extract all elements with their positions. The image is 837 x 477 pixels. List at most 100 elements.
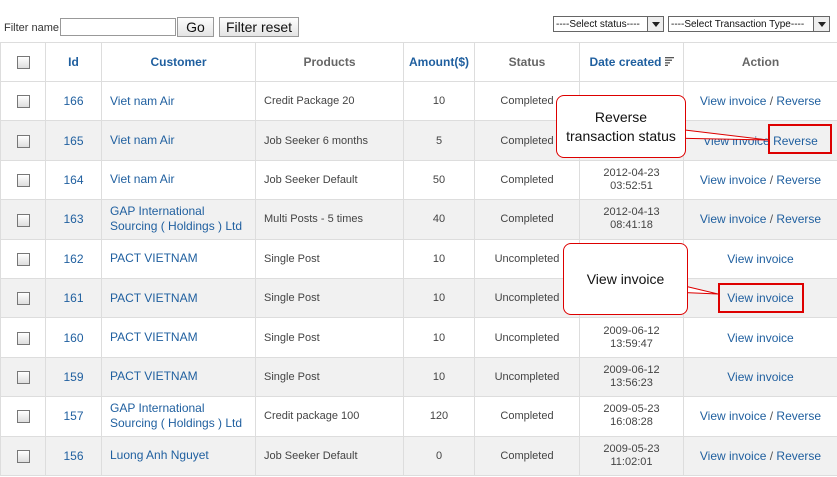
row-customer[interactable]: Luong Anh Nguyet [101,435,256,476]
row-amount: 120 [403,396,475,437]
chevron-down-icon [813,17,829,31]
row-action: View invoice [683,356,837,398]
row-id[interactable]: 163 [45,199,102,240]
row-date-time: 13:59:47 [610,337,653,350]
reverse-link[interactable]: Reverse [776,449,821,463]
row-status: Completed [474,396,580,437]
row-date: 2009-05-23 16:08:28 [579,396,684,437]
action-separator: / [769,94,774,109]
view-invoice-link[interactable]: View invoice [703,134,769,148]
row-customer[interactable]: PACT VIETNAM [101,317,256,358]
filter-bar: Filter name: Go Filter reset ----Select … [0,0,837,42]
filter-reset-button[interactable]: Filter reset [219,17,299,37]
row-checkbox[interactable] [16,410,30,424]
action-separator: / [769,448,774,463]
row-checkbox[interactable] [16,252,30,266]
row-customer-line1: Viet nam Air [110,93,175,108]
view-invoice-link[interactable]: View invoice [700,409,766,423]
row-date-time: 16:08:28 [610,416,653,429]
row-status: Completed [474,159,580,201]
column-header-id[interactable]: Id [45,42,102,82]
column-header-customer[interactable]: Customer [101,42,256,82]
table-row: 166 Viet nam Air Credit Package 20 10 Comple… [0,80,837,122]
row-customer-line1: PACT VIETNAM [110,251,198,266]
column-header-date-created[interactable]: Date created [579,42,684,82]
row-customer-line1: Viet nam Air [110,133,175,148]
row-date-time: 08:41:18 [610,219,653,232]
filter-name-input[interactable] [60,18,176,36]
row-customer[interactable]: PACT VIETNAM [101,238,256,279]
row-product: Credit Package 20 [255,80,404,122]
row-id[interactable]: 164 [45,159,102,201]
view-invoice-link[interactable]: View invoice [700,449,766,463]
row-id[interactable]: 160 [45,317,102,358]
callout-reverse-line2: transaction status [566,128,676,144]
row-date: 2012-04-23 03:52:51 [579,159,684,201]
row-select-cell [0,199,46,240]
row-customer[interactable]: Viet nam Air [101,159,256,201]
row-checkbox[interactable] [16,174,30,188]
row-id[interactable]: 162 [45,238,102,279]
row-id[interactable]: 161 [45,277,102,319]
row-customer-line1: PACT VIETNAM [110,369,198,384]
row-checkbox[interactable] [16,371,30,385]
row-checkbox[interactable] [16,134,30,148]
reverse-link[interactable]: Reverse [776,409,821,423]
view-invoice-link[interactable]: View invoice [700,94,766,108]
table-row: 156 Luong Anh Nguyet Job Seeker Default 0 Co… [0,435,837,476]
row-select-cell [0,120,46,161]
select-all-checkbox[interactable] [16,56,30,70]
row-customer[interactable]: PACT VIETNAM [101,277,256,319]
row-customer[interactable]: Viet nam Air [101,80,256,122]
row-id[interactable]: 157 [45,396,102,437]
view-invoice-link[interactable]: View invoice [700,173,766,187]
view-invoice-link[interactable]: View invoice [727,331,793,345]
row-select-cell [0,317,46,358]
row-id[interactable]: 156 [45,435,102,476]
row-amount: 10 [403,317,475,358]
row-amount: 5 [403,120,475,161]
row-amount: 40 [403,199,475,240]
reverse-link[interactable]: Reverse [776,212,821,226]
view-invoice-link[interactable]: View invoice [727,370,793,384]
row-customer-line1: GAP International [110,204,205,219]
row-id[interactable]: 159 [45,356,102,398]
column-header-amount[interactable]: Amount($) [403,42,475,82]
column-header-products: Products [255,42,404,82]
transaction-type-select[interactable]: ----Select Transaction Type---- [668,16,830,32]
view-invoice-link[interactable]: View invoice [727,252,793,266]
status-select[interactable]: ----Select status---- [553,16,664,32]
row-customer[interactable]: GAP International Sourcing ( Holdings ) L… [101,396,256,437]
row-customer-line1: PACT VIETNAM [110,330,198,345]
row-date: 2012-04-13 08:41:18 [579,199,684,240]
row-id[interactable]: 165 [45,120,102,161]
row-customer[interactable]: Viet nam Air [101,120,256,161]
reverse-link[interactable]: Reverse [776,94,821,108]
row-checkbox[interactable] [16,331,30,345]
chevron-down-icon [647,17,663,31]
row-checkbox[interactable] [16,292,30,306]
view-invoice-link[interactable]: View invoice [700,212,766,226]
action-separator: / [769,212,774,227]
row-select-cell [0,435,46,476]
row-date: 2009-06-12 13:56:23 [579,356,684,398]
callout-reverse-line1: Reverse [594,109,648,125]
reverse-link[interactable]: Reverse [776,173,821,187]
row-checkbox[interactable] [16,213,30,227]
reverse-highlight-box [768,124,832,154]
row-status: Completed [474,199,580,240]
row-amount: 10 [403,238,475,279]
row-date-day: 2012-04-23 [603,166,660,179]
row-customer[interactable]: PACT VIETNAM [101,356,256,398]
row-checkbox[interactable] [16,449,30,463]
go-button[interactable]: Go [177,17,214,37]
callout-view-text: View invoice [586,271,665,287]
row-date-day: 2009-05-23 [603,442,660,455]
row-id[interactable]: 166 [45,80,102,122]
row-select-cell [0,396,46,437]
row-customer[interactable]: GAP International Sourcing ( Holdings ) L… [101,199,256,240]
row-amount: 10 [403,277,475,319]
row-checkbox[interactable] [16,95,30,109]
table-row: 164 Viet nam Air Job Seeker Default 50 Compl… [0,159,837,201]
transaction-type-select-value: ----Select Transaction Type---- [671,19,805,30]
